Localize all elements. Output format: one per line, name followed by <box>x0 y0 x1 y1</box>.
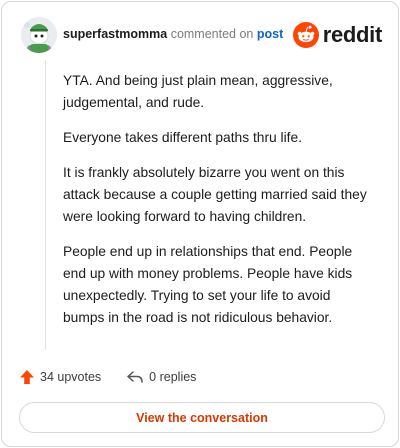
reply-arrow-icon <box>127 371 143 383</box>
post-link[interactable]: post <box>257 27 283 41</box>
comment-paragraph: Everyone takes different paths thru life… <box>63 130 303 145</box>
username-link[interactable]: superfastmomma <box>63 27 167 41</box>
comment-paragraph: People end up in relationships that end.… <box>63 244 353 325</box>
comment-body: YTA. And being just plain mean, aggressi… <box>63 70 373 342</box>
comment-stats: 34 upvotes 0 replies <box>19 367 221 387</box>
snoo-avatar-icon <box>21 17 57 53</box>
upvote-stat[interactable]: 34 upvotes <box>19 369 101 385</box>
comment-paragraph: YTA. And being just plain mean, aggressi… <box>63 73 333 110</box>
comment-byline: superfastmomma commented on post <box>63 27 283 41</box>
view-conversation-button[interactable]: View the conversation <box>19 402 385 433</box>
reddit-alien-icon <box>292 22 319 48</box>
thread-line <box>45 60 46 350</box>
reply-stat[interactable]: 0 replies <box>126 369 196 385</box>
comment-paragraph: It is frankly absolutely bizarre you wen… <box>63 165 367 224</box>
reddit-logo[interactable]: reddit <box>292 21 383 49</box>
reply-count: 0 replies <box>149 370 197 384</box>
reddit-wordmark: reddit <box>322 22 383 47</box>
comment-header: superfastmomma commented on post reddit <box>21 17 382 53</box>
upvote-arrow-icon <box>20 370 34 384</box>
user-avatar[interactable] <box>21 17 57 53</box>
action-text: commented on <box>170 27 254 41</box>
upvote-count: 34 upvotes <box>40 370 102 384</box>
embedded-comment-card: superfastmomma commented on post reddit … <box>1 1 399 447</box>
